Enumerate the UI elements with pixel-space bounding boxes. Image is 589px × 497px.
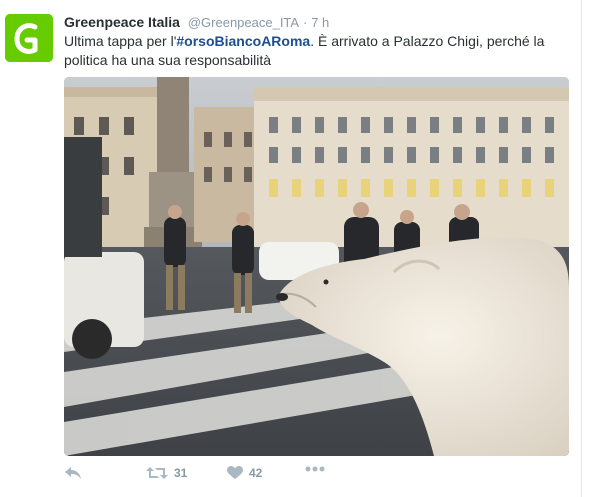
reply-icon (65, 467, 81, 479)
retweet-icon (146, 467, 168, 479)
photo-polar-bear-rome (64, 77, 569, 456)
separator-dot: · (302, 15, 308, 30)
tweet-text-start: Ultima tappa per l' (64, 33, 177, 49)
tweet-header: Greenpeace Italia @Greenpeace_ITA · 7 h (64, 13, 329, 32)
more-dots-icon (305, 466, 325, 472)
tweet-actions: 31 42 (64, 466, 364, 486)
retweet-button[interactable]: 31 (146, 466, 187, 480)
reply-button[interactable] (64, 466, 82, 480)
retweet-count: 31 (174, 466, 188, 480)
more-button[interactable] (305, 466, 325, 472)
heart-icon (227, 466, 243, 479)
like-count: 42 (249, 466, 263, 480)
display-name[interactable]: Greenpeace Italia (64, 14, 180, 30)
tweet-card: Greenpeace Italia @Greenpeace_ITA · 7 h … (0, 0, 582, 497)
avatar[interactable] (5, 14, 53, 62)
user-handle[interactable]: @Greenpeace_ITA (188, 15, 299, 30)
like-button[interactable]: 42 (227, 466, 262, 480)
hashtag-link[interactable]: #orsoBiancoARoma (176, 33, 310, 49)
greenpeace-logo (5, 14, 53, 62)
tweet-photo[interactable] (64, 77, 569, 456)
tweet-text: Ultima tappa per l'#orsoBiancoARoma. È a… (64, 32, 564, 70)
timestamp[interactable]: 7 h (311, 15, 329, 30)
